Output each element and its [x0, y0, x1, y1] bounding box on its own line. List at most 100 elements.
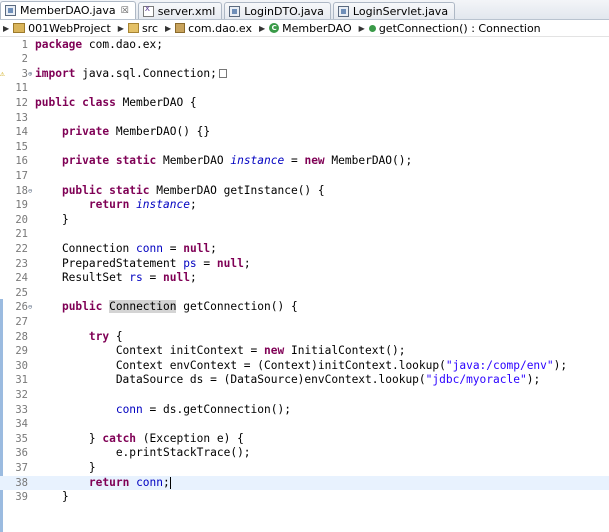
code-line[interactable]: 13: [0, 111, 609, 126]
code-line[interactable]: 18 ⊖ public static MemberDAO getInstance(…: [0, 184, 609, 199]
code-line[interactable]: 20 }: [0, 213, 609, 228]
breadcrumb-project[interactable]: 001WebProject: [13, 22, 111, 35]
code-line[interactable]: 16 private static MemberDAO instance = n…: [0, 154, 609, 169]
tab-label: LoginServlet.java: [352, 4, 449, 18]
xml-file-icon: [142, 4, 154, 17]
code-text[interactable]: Connection conn = null;: [35, 242, 217, 257]
code-text[interactable]: Context initContext = new InitialContext…: [35, 344, 406, 359]
line-number: 20: [15, 213, 28, 226]
breadcrumb-arrow-icon[interactable]: ▶: [3, 24, 9, 33]
code-line[interactable]: 35 } catch (Exception e) {: [0, 432, 609, 447]
code-text[interactable]: return conn;: [35, 476, 171, 491]
line-number: 39: [15, 491, 28, 504]
breadcrumb-arrow-icon[interactable]: ▶: [259, 24, 265, 33]
code-line[interactable]: 22 Connection conn = null;: [0, 242, 609, 257]
code-line[interactable]: 30 Context envContext = (Context)initCon…: [0, 359, 609, 374]
code-text[interactable]: package com.dao.ex;: [35, 38, 163, 53]
code-line[interactable]: 31 DataSource ds = (DataSource)envContex…: [0, 373, 609, 388]
code-text[interactable]: Context envContext = (Context)initContex…: [35, 359, 567, 374]
code-line[interactable]: 39 }: [0, 490, 609, 505]
code-text[interactable]: public Connection getConnection() {: [35, 300, 298, 315]
code-line[interactable]: 1 package com.dao.ex;: [0, 38, 609, 53]
code-text[interactable]: import java.sql.Connection;: [35, 67, 227, 82]
code-text[interactable]: private static MemberDAO instance = new …: [35, 154, 412, 169]
code-text[interactable]: }: [35, 490, 69, 505]
code-line[interactable]: 15: [0, 140, 609, 155]
tab-loginservlet-java[interactable]: LoginServlet.java: [332, 2, 456, 19]
breadcrumb-method[interactable]: getConnection() : Connection: [368, 21, 541, 35]
code-line[interactable]: 29 Context initContext = new InitialCont…: [0, 344, 609, 359]
code-line[interactable]: 32: [0, 388, 609, 403]
code-text[interactable]: } catch (Exception e) {: [35, 432, 244, 447]
code-text[interactable]: PreparedStatement ps = null;: [35, 257, 251, 272]
code-line[interactable]: 25: [0, 286, 609, 301]
breadcrumb-src-label: src: [141, 21, 158, 35]
code-line[interactable]: 24 ResultSet rs = null;: [0, 271, 609, 286]
breadcrumb-arrow-icon[interactable]: ▶: [118, 24, 124, 33]
line-number: 35: [15, 432, 28, 445]
line-number: 16: [15, 155, 28, 168]
warning-icon[interactable]: ⚠: [0, 69, 8, 78]
code-text[interactable]: }: [35, 461, 96, 476]
line-number: 36: [15, 447, 28, 460]
code-line[interactable]: 21: [0, 227, 609, 242]
code-line[interactable]: 27: [0, 315, 609, 330]
code-text[interactable]: public class MemberDAO {: [35, 96, 197, 111]
code-line[interactable]: 34: [0, 417, 609, 432]
breadcrumb-package[interactable]: com.dao.ex: [175, 22, 252, 35]
breadcrumb-arrow-icon[interactable]: ▶: [359, 24, 365, 33]
code-line[interactable]: 37 }: [0, 461, 609, 476]
breadcrumb-src[interactable]: src: [127, 21, 158, 35]
code-line[interactable]: 28 try {: [0, 330, 609, 345]
code-line[interactable]: 33 conn = ds.getConnection();: [0, 403, 609, 418]
line-number: 29: [15, 345, 28, 358]
breadcrumb-class[interactable]: C MemberDAO: [269, 22, 352, 35]
line-number: 14: [15, 126, 28, 139]
code-line[interactable]: 36 e.printStackTrace();: [0, 446, 609, 461]
tab-memberdao-java[interactable]: MemberDAO.java ☒: [0, 1, 136, 19]
close-tab-icon[interactable]: ☒: [121, 6, 129, 16]
code-editor[interactable]: 1 package com.dao.ex; 2 ⚠ 3 ⊕ import java.sql.…: [0, 37, 609, 532]
expand-fold-icon[interactable]: ⊕: [28, 67, 34, 82]
code-line[interactable]: 14 private MemberDAO() {}: [0, 125, 609, 140]
code-line[interactable]: 26 ⊖ public Connection getConnection() {: [0, 300, 609, 315]
public-method-icon: [368, 24, 376, 32]
code-line[interactable]: 19 return instance;: [0, 198, 609, 213]
code-text[interactable]: ResultSet rs = null;: [35, 271, 197, 286]
code-line[interactable]: 12 public class MemberDAO {: [0, 96, 609, 111]
project-folder-icon: [13, 23, 26, 33]
line-number: 17: [15, 169, 28, 182]
collapse-fold-icon[interactable]: ⊖: [28, 184, 34, 199]
line-number: 31: [15, 374, 28, 387]
line-number: 23: [15, 257, 28, 270]
code-line[interactable]: 38 return conn;: [0, 475, 609, 491]
tab-server-xml[interactable]: server.xml: [137, 2, 223, 19]
tab-label: LoginDTO.java: [244, 4, 324, 18]
line-number: 22: [15, 242, 28, 255]
line-number: 1: [21, 38, 28, 51]
code-line[interactable]: 11: [0, 81, 609, 96]
tab-logindto-java[interactable]: LoginDTO.java: [224, 2, 331, 19]
code-text[interactable]: conn = ds.getConnection();: [35, 403, 291, 418]
code-text[interactable]: private MemberDAO() {}: [35, 125, 210, 140]
line-number: 34: [15, 418, 28, 431]
code-text[interactable]: return instance;: [35, 198, 197, 213]
line-number: 32: [15, 388, 28, 401]
breadcrumb-project-label: 001WebProject: [28, 21, 111, 35]
breadcrumb-method-label: getConnection() : Connection: [378, 21, 541, 35]
code-text[interactable]: try {: [35, 330, 123, 345]
code-line[interactable]: 17: [0, 169, 609, 184]
code-text[interactable]: }: [35, 213, 69, 228]
breadcrumb-arrow-icon[interactable]: ▶: [165, 24, 171, 33]
line-number: 11: [15, 82, 28, 95]
code-text[interactable]: e.printStackTrace();: [35, 446, 251, 461]
code-text[interactable]: public static MemberDAO getInstance() {: [35, 184, 325, 199]
line-number: 24: [15, 272, 28, 285]
collapse-fold-icon[interactable]: ⊖: [28, 300, 34, 315]
code-line[interactable]: 23 PreparedStatement ps = null;: [0, 257, 609, 272]
code-line[interactable]: ⚠ 3 ⊕ import java.sql.Connection;: [0, 67, 609, 82]
code-line[interactable]: 2: [0, 52, 609, 67]
java-file-icon: [229, 5, 241, 17]
code-text[interactable]: DataSource ds = (DataSource)envContext.l…: [35, 373, 540, 388]
breadcrumb-class-label: MemberDAO: [282, 21, 352, 35]
